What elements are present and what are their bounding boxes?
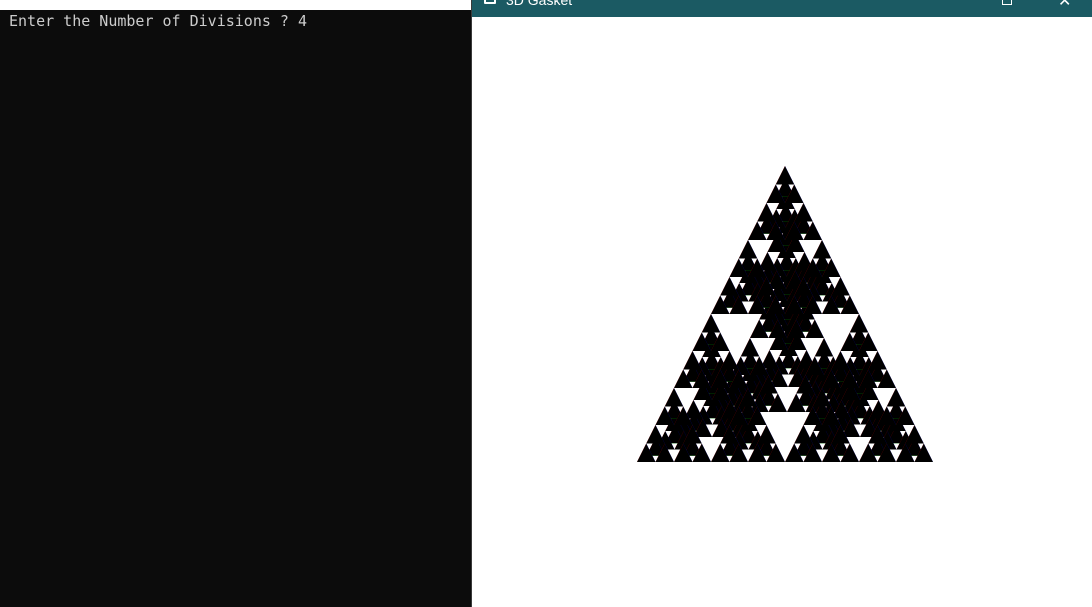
gasket-face (794, 203, 813, 222)
gasket-face (868, 351, 887, 370)
gasket-face (646, 425, 665, 444)
gasket-window[interactable]: 3D Gasket ✕ (472, 0, 1092, 607)
gasket-face (812, 240, 832, 259)
window-title: 3D Gasket (506, 0, 573, 8)
gasket-face (740, 338, 760, 357)
maximize-icon (1002, 0, 1012, 5)
sierpinski-gasket (637, 166, 933, 462)
console-prompt-line: Enter the Number of Divisions ? 4 (9, 12, 308, 30)
gasket-face (738, 240, 758, 259)
gasket-face (683, 351, 702, 370)
gasket-face (814, 338, 834, 357)
close-icon: ✕ (1058, 0, 1072, 10)
close-button[interactable]: ✕ (1040, 0, 1086, 17)
gasket-face (757, 203, 776, 222)
gasket-face (831, 277, 850, 296)
console-title-strip (0, 0, 471, 10)
maximize-button[interactable] (986, 0, 1032, 17)
gasket-face (886, 388, 906, 407)
gasket-face (794, 425, 813, 444)
gasket-face (720, 277, 739, 296)
gasket-face (757, 425, 776, 444)
console-window: Enter the Number of Divisions ? 4 (0, 0, 471, 607)
window-icon (484, 0, 496, 4)
gasket-face (664, 388, 684, 407)
gasket-face (701, 314, 721, 333)
gasket-face (720, 351, 739, 370)
gasket-face (905, 425, 924, 444)
gl-canvas[interactable] (472, 17, 1092, 607)
gasket-face (849, 314, 869, 333)
window-titlebar[interactable]: 3D Gasket ✕ (472, 0, 1092, 17)
gasket-face (775, 166, 795, 185)
